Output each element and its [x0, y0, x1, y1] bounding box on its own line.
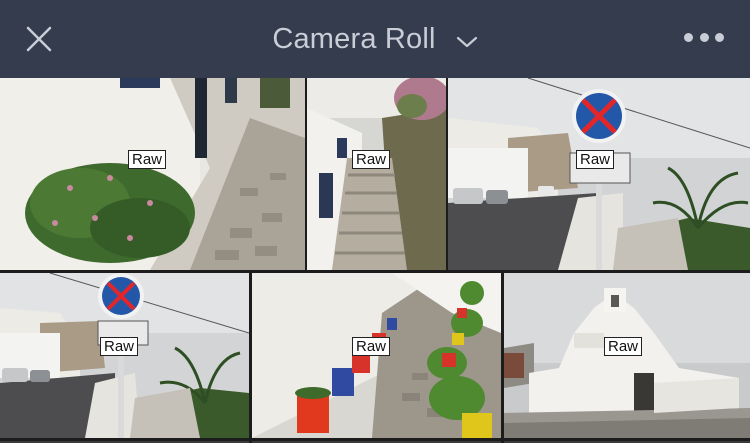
photo-thumbnail[interactable]: Raw: [0, 273, 249, 438]
photo-image: [307, 78, 446, 270]
raw-badge: Raw: [576, 150, 615, 169]
photo-thumbnail[interactable]: Raw: [504, 273, 750, 438]
photo-thumbnail[interactable]: Raw: [252, 273, 501, 438]
album-selector[interactable]: Camera Roll: [250, 0, 500, 78]
close-button[interactable]: [20, 20, 58, 58]
photo-image: [0, 78, 305, 270]
raw-badge: Raw: [128, 150, 167, 169]
top-bar: Camera Roll: [0, 0, 750, 78]
more-options-button[interactable]: [676, 22, 732, 52]
more-dots-icon: [684, 32, 693, 42]
raw-badge: Raw: [100, 337, 139, 356]
photo-image: [448, 78, 750, 270]
photo-thumbnail[interactable]: Raw: [448, 78, 750, 270]
raw-badge: Raw: [352, 337, 391, 356]
photo-thumbnail[interactable]: Raw: [0, 78, 305, 270]
raw-badge: Raw: [604, 337, 643, 356]
close-icon: [26, 26, 52, 52]
chevron-down-icon: [456, 36, 477, 48]
album-title: Camera Roll: [272, 22, 436, 55]
photo-grid: Raw Raw Raw Raw Raw Raw: [0, 78, 750, 443]
raw-badge: Raw: [352, 150, 391, 169]
photo-thumbnail[interactable]: Raw: [307, 78, 446, 270]
